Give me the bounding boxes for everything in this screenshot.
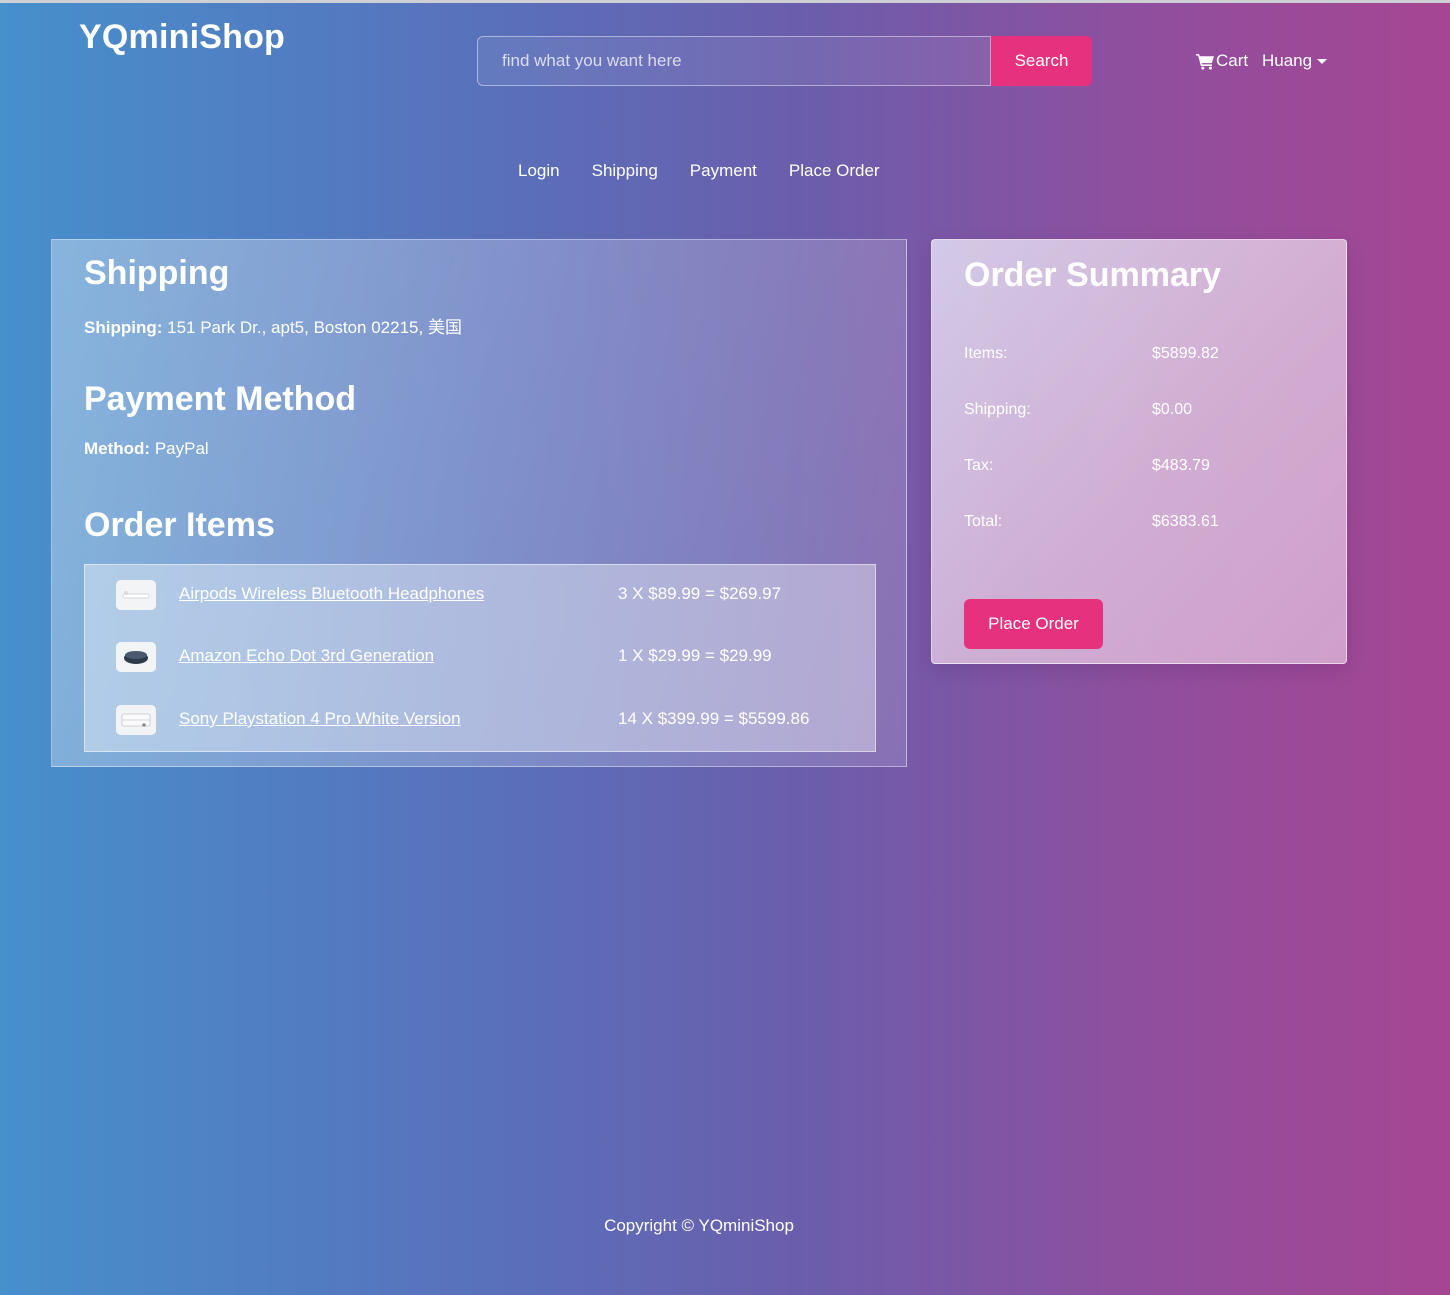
order-items-list: Airpods Wireless Bluetooth Headphones 3 … — [84, 564, 876, 752]
search-input[interactable] — [477, 36, 991, 86]
item-link-playstation[interactable]: Sony Playstation 4 Pro White Version — [179, 709, 461, 729]
shipping-title: Shipping — [84, 254, 230, 292]
summary-row-total: Total: $6383.61 — [964, 513, 1314, 537]
step-payment[interactable]: Payment — [674, 158, 773, 184]
item-link-echo-dot[interactable]: Amazon Echo Dot 3rd Generation — [179, 646, 434, 666]
summary-value: $0.00 — [1152, 401, 1193, 418]
user-name: Huang — [1262, 51, 1313, 70]
summary-value: $483.79 — [1152, 457, 1210, 474]
step-shipping[interactable]: Shipping — [576, 158, 674, 184]
payment-method-title: Payment Method — [84, 380, 357, 418]
cart-label: Cart — [1216, 51, 1249, 70]
brand-logo[interactable]: YQminiShop — [79, 18, 285, 57]
search-button[interactable]: Search — [991, 36, 1092, 86]
summary-label: Items: — [964, 345, 1008, 362]
list-item: Airpods Wireless Bluetooth Headphones 3 … — [85, 578, 875, 618]
user-dropdown[interactable]: Huang — [1262, 49, 1328, 73]
item-calc-airpods: 3 X $89.99 = $269.97 — [618, 584, 782, 603]
item-calc-echo-dot: 1 X $29.99 = $29.99 — [618, 646, 772, 665]
summary-label: Total: — [964, 513, 1003, 530]
summary-row-items: Items: $5899.82 — [964, 345, 1314, 369]
order-summary-card: Order Summary Items: $5899.82 Shipping: … — [931, 239, 1347, 664]
playstation-thumbnail-icon — [116, 705, 156, 735]
caret-down-icon — [1317, 58, 1328, 64]
order-items-title: Order Items — [84, 506, 275, 544]
checkout-steps: Login Shipping Payment Place Order — [502, 158, 896, 184]
list-item: Sony Playstation 4 Pro White Version 14 … — [85, 703, 875, 743]
summary-value: $5899.82 — [1152, 345, 1219, 362]
summary-value: $6383.61 — [1152, 513, 1219, 530]
cart-icon — [1196, 53, 1214, 70]
airpods-thumbnail-icon — [116, 580, 156, 610]
step-login[interactable]: Login — [502, 158, 576, 184]
shipping-address: 151 Park Dr., apt5, Boston 02215, 美国 — [167, 318, 462, 337]
cart-link[interactable]: Cart — [1196, 49, 1248, 73]
order-summary-title: Order Summary — [964, 256, 1221, 294]
window-top-border — [0, 0, 1450, 3]
summary-label: Tax: — [964, 457, 994, 474]
item-link-airpods[interactable]: Airpods Wireless Bluetooth Headphones — [179, 584, 484, 604]
summary-row-shipping: Shipping: $0.00 — [964, 401, 1314, 425]
footer-copyright: Copyright © YQminiShop — [604, 1216, 794, 1235]
summary-label: Shipping: — [964, 401, 1031, 418]
step-place-order[interactable]: Place Order — [773, 158, 896, 184]
list-item: Amazon Echo Dot 3rd Generation 1 X $29.9… — [85, 640, 875, 680]
order-details-card: Shipping Shipping: 151 Park Dr., apt5, B… — [51, 239, 907, 767]
payment-method-value: PayPal — [154, 439, 209, 458]
item-calc-playstation: 14 X $399.99 = $5599.86 — [618, 709, 810, 728]
payment-method-label: Method: — [84, 439, 151, 458]
place-order-button[interactable]: Place Order — [964, 599, 1103, 649]
summary-row-tax: Tax: $483.79 — [964, 457, 1314, 481]
echo-dot-thumbnail-icon — [116, 642, 156, 672]
shipping-label: Shipping: — [84, 318, 163, 337]
payment-method-line: Method: PayPal — [84, 439, 209, 459]
shipping-address-line: Shipping: 151 Park Dr., apt5, Boston 022… — [84, 313, 462, 338]
